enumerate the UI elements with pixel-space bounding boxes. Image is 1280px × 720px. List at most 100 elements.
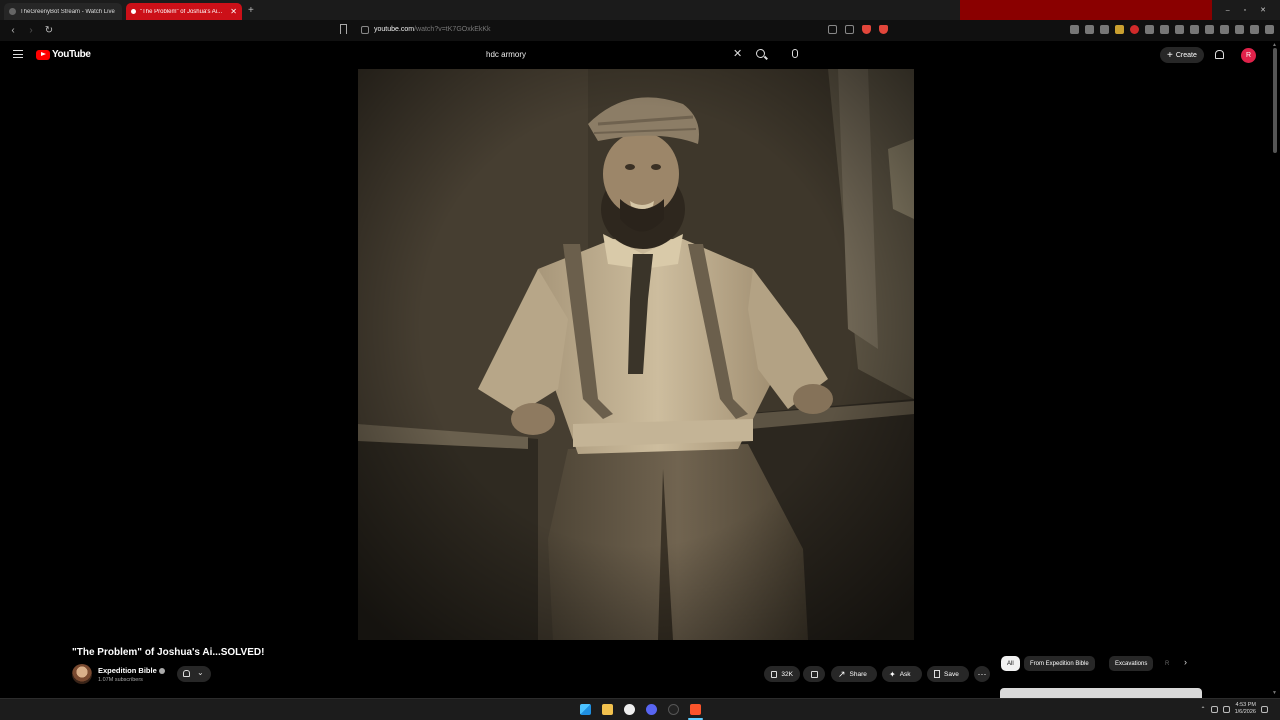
extension-icon[interactable] (1220, 25, 1229, 34)
extension-icon[interactable] (1175, 25, 1184, 34)
account-avatar[interactable]: R (1241, 48, 1256, 63)
browser-tab-stream[interactable]: TheGreenyBot Stream - Watch Live (4, 3, 122, 20)
notifications-bell-icon[interactable] (1215, 50, 1224, 59)
extension-icon[interactable] (1100, 25, 1109, 34)
share-label: Share (849, 670, 867, 678)
video-title: "The Problem" of Joshua's Ai...SOLVED! (72, 647, 265, 658)
tray-overflow-icon[interactable]: ⌃ (1201, 706, 1206, 713)
extension-icon[interactable] (1070, 25, 1079, 34)
chip-partial[interactable]: R (1162, 656, 1172, 671)
extensions-bar (1070, 25, 1274, 34)
thumbs-down-icon (810, 670, 818, 678)
discord-icon[interactable] (646, 704, 657, 715)
create-button[interactable]: + Create (1160, 47, 1204, 63)
video-player[interactable] (358, 69, 914, 640)
notification-icon[interactable] (1261, 705, 1268, 713)
maximize-button[interactable]: ▫ (1244, 7, 1246, 14)
channel-name-text: Expedition Bible (98, 666, 157, 675)
bell-icon (183, 670, 190, 677)
share-button[interactable]: ↗ Share (831, 666, 877, 682)
sparkle-icon: ✦ (889, 669, 896, 679)
sidebar-icon[interactable] (1205, 25, 1214, 34)
recommended-video-thumbnail[interactable] (1000, 688, 1202, 698)
url-path: /watch?v=tK7GOxkEkKk (414, 26, 491, 33)
search-icon[interactable] (756, 49, 765, 58)
ask-button[interactable]: ✦ Ask (882, 666, 922, 682)
scroll-thumb[interactable] (1273, 48, 1277, 153)
save-label: Save (944, 670, 959, 678)
back-button[interactable]: ‹ (8, 25, 18, 36)
system-clock[interactable]: 4:53 PM 1/6/2026 (1235, 702, 1256, 716)
dislike-button[interactable] (803, 666, 825, 682)
vpn-icon[interactable] (1250, 25, 1259, 34)
save-button[interactable]: Save (927, 666, 969, 682)
windows-taskbar: ⌃ 4:53 PM 1/6/2026 (0, 698, 1280, 720)
browser-tab-youtube[interactable]: "The Problem" of Joshua's Ai... ✕ (126, 3, 242, 20)
xbox-icon[interactable] (624, 704, 635, 715)
ask-label: Ask (899, 670, 911, 678)
extension-icon[interactable] (1145, 25, 1154, 34)
tab-title: TheGreenyBot Stream - Watch Live (20, 8, 115, 15)
page-scrollbar[interactable]: ▲ ▼ (1272, 42, 1278, 696)
address-actions (828, 25, 888, 34)
more-actions-button[interactable]: ··· (974, 666, 990, 682)
menu-icon[interactable] (1265, 25, 1274, 34)
channel-name-link[interactable]: Expedition Bible (98, 666, 165, 675)
extension-icon[interactable] (1160, 25, 1169, 34)
forward-button[interactable]: › (26, 25, 36, 36)
channel-avatar[interactable] (72, 664, 92, 684)
chip-from-channel[interactable]: From Expedition Bible (1024, 656, 1095, 671)
youtube-masthead: YouTube hdc armory ✕ + Create R (0, 41, 1280, 69)
brave-shields-icon[interactable] (862, 25, 871, 34)
window-controls: – ▫ ✕ (1226, 0, 1280, 20)
title-bar-drag-area (960, 0, 1212, 20)
brave-rewards-icon[interactable] (879, 25, 888, 34)
share-page-icon[interactable] (845, 25, 854, 34)
search-input[interactable]: hdc armory (486, 50, 526, 59)
bookmark-icon[interactable] (340, 24, 347, 34)
system-tray: ⌃ 4:53 PM 1/6/2026 (1201, 702, 1268, 716)
file-explorer-icon[interactable] (602, 704, 613, 715)
url-domain: youtube.com (374, 26, 415, 33)
obs-icon[interactable] (668, 704, 679, 715)
chip-excavations[interactable]: Excavations (1109, 656, 1154, 671)
extension-icon[interactable] (1085, 25, 1094, 34)
new-tab-button[interactable]: + (248, 5, 254, 16)
subscriber-count: 1.07M subscribers (98, 677, 143, 683)
close-window-button[interactable]: ✕ (1260, 6, 1266, 14)
clock-time: 4:53 PM (1235, 702, 1256, 708)
extension-icon[interactable] (1115, 25, 1124, 34)
address-bar[interactable]: youtube.com/watch?v=tK7GOxkEkKk (374, 26, 491, 33)
minimize-button[interactable]: – (1226, 7, 1230, 14)
chevron-right-icon[interactable]: › (1184, 657, 1187, 667)
thumbs-up-icon (771, 670, 778, 678)
chip-all[interactable]: All (1001, 656, 1020, 671)
guide-menu-icon[interactable] (13, 50, 23, 58)
microphone-icon[interactable] (792, 49, 798, 58)
like-count: 32K (781, 670, 793, 678)
clock-date: 1/6/2026 (1234, 709, 1256, 715)
clear-search-icon[interactable]: ✕ (733, 47, 742, 60)
windows-start-icon[interactable] (580, 704, 591, 715)
tab-title: "The Problem" of Joshua's Ai... (140, 8, 223, 15)
youtube-play-icon (36, 49, 50, 60)
tab-favicon-icon (9, 8, 16, 15)
media-icon[interactable] (1190, 25, 1199, 34)
scroll-down-arrow-icon[interactable]: ▼ (1272, 690, 1277, 696)
verified-badge-icon (158, 668, 165, 675)
extension-icon[interactable] (1130, 25, 1139, 34)
site-info-icon[interactable] (361, 26, 369, 34)
brave-browser-icon[interactable] (690, 704, 701, 715)
wifi-icon[interactable] (1210, 705, 1218, 713)
playlist-add-icon (934, 670, 940, 678)
subscribed-notifications-button[interactable]: ⌄ (177, 666, 211, 682)
reload-button[interactable]: ↻ (44, 25, 54, 36)
like-button[interactable]: 32K (764, 666, 800, 682)
audio-playing-icon (131, 9, 136, 14)
youtube-logo[interactable]: YouTube (36, 49, 91, 60)
chevron-down-icon: ⌄ (197, 668, 204, 677)
cast-icon[interactable] (828, 25, 837, 34)
tab-close-icon[interactable]: ✕ (230, 7, 237, 16)
extension-icon[interactable] (1235, 25, 1244, 34)
volume-icon[interactable] (1222, 705, 1230, 713)
